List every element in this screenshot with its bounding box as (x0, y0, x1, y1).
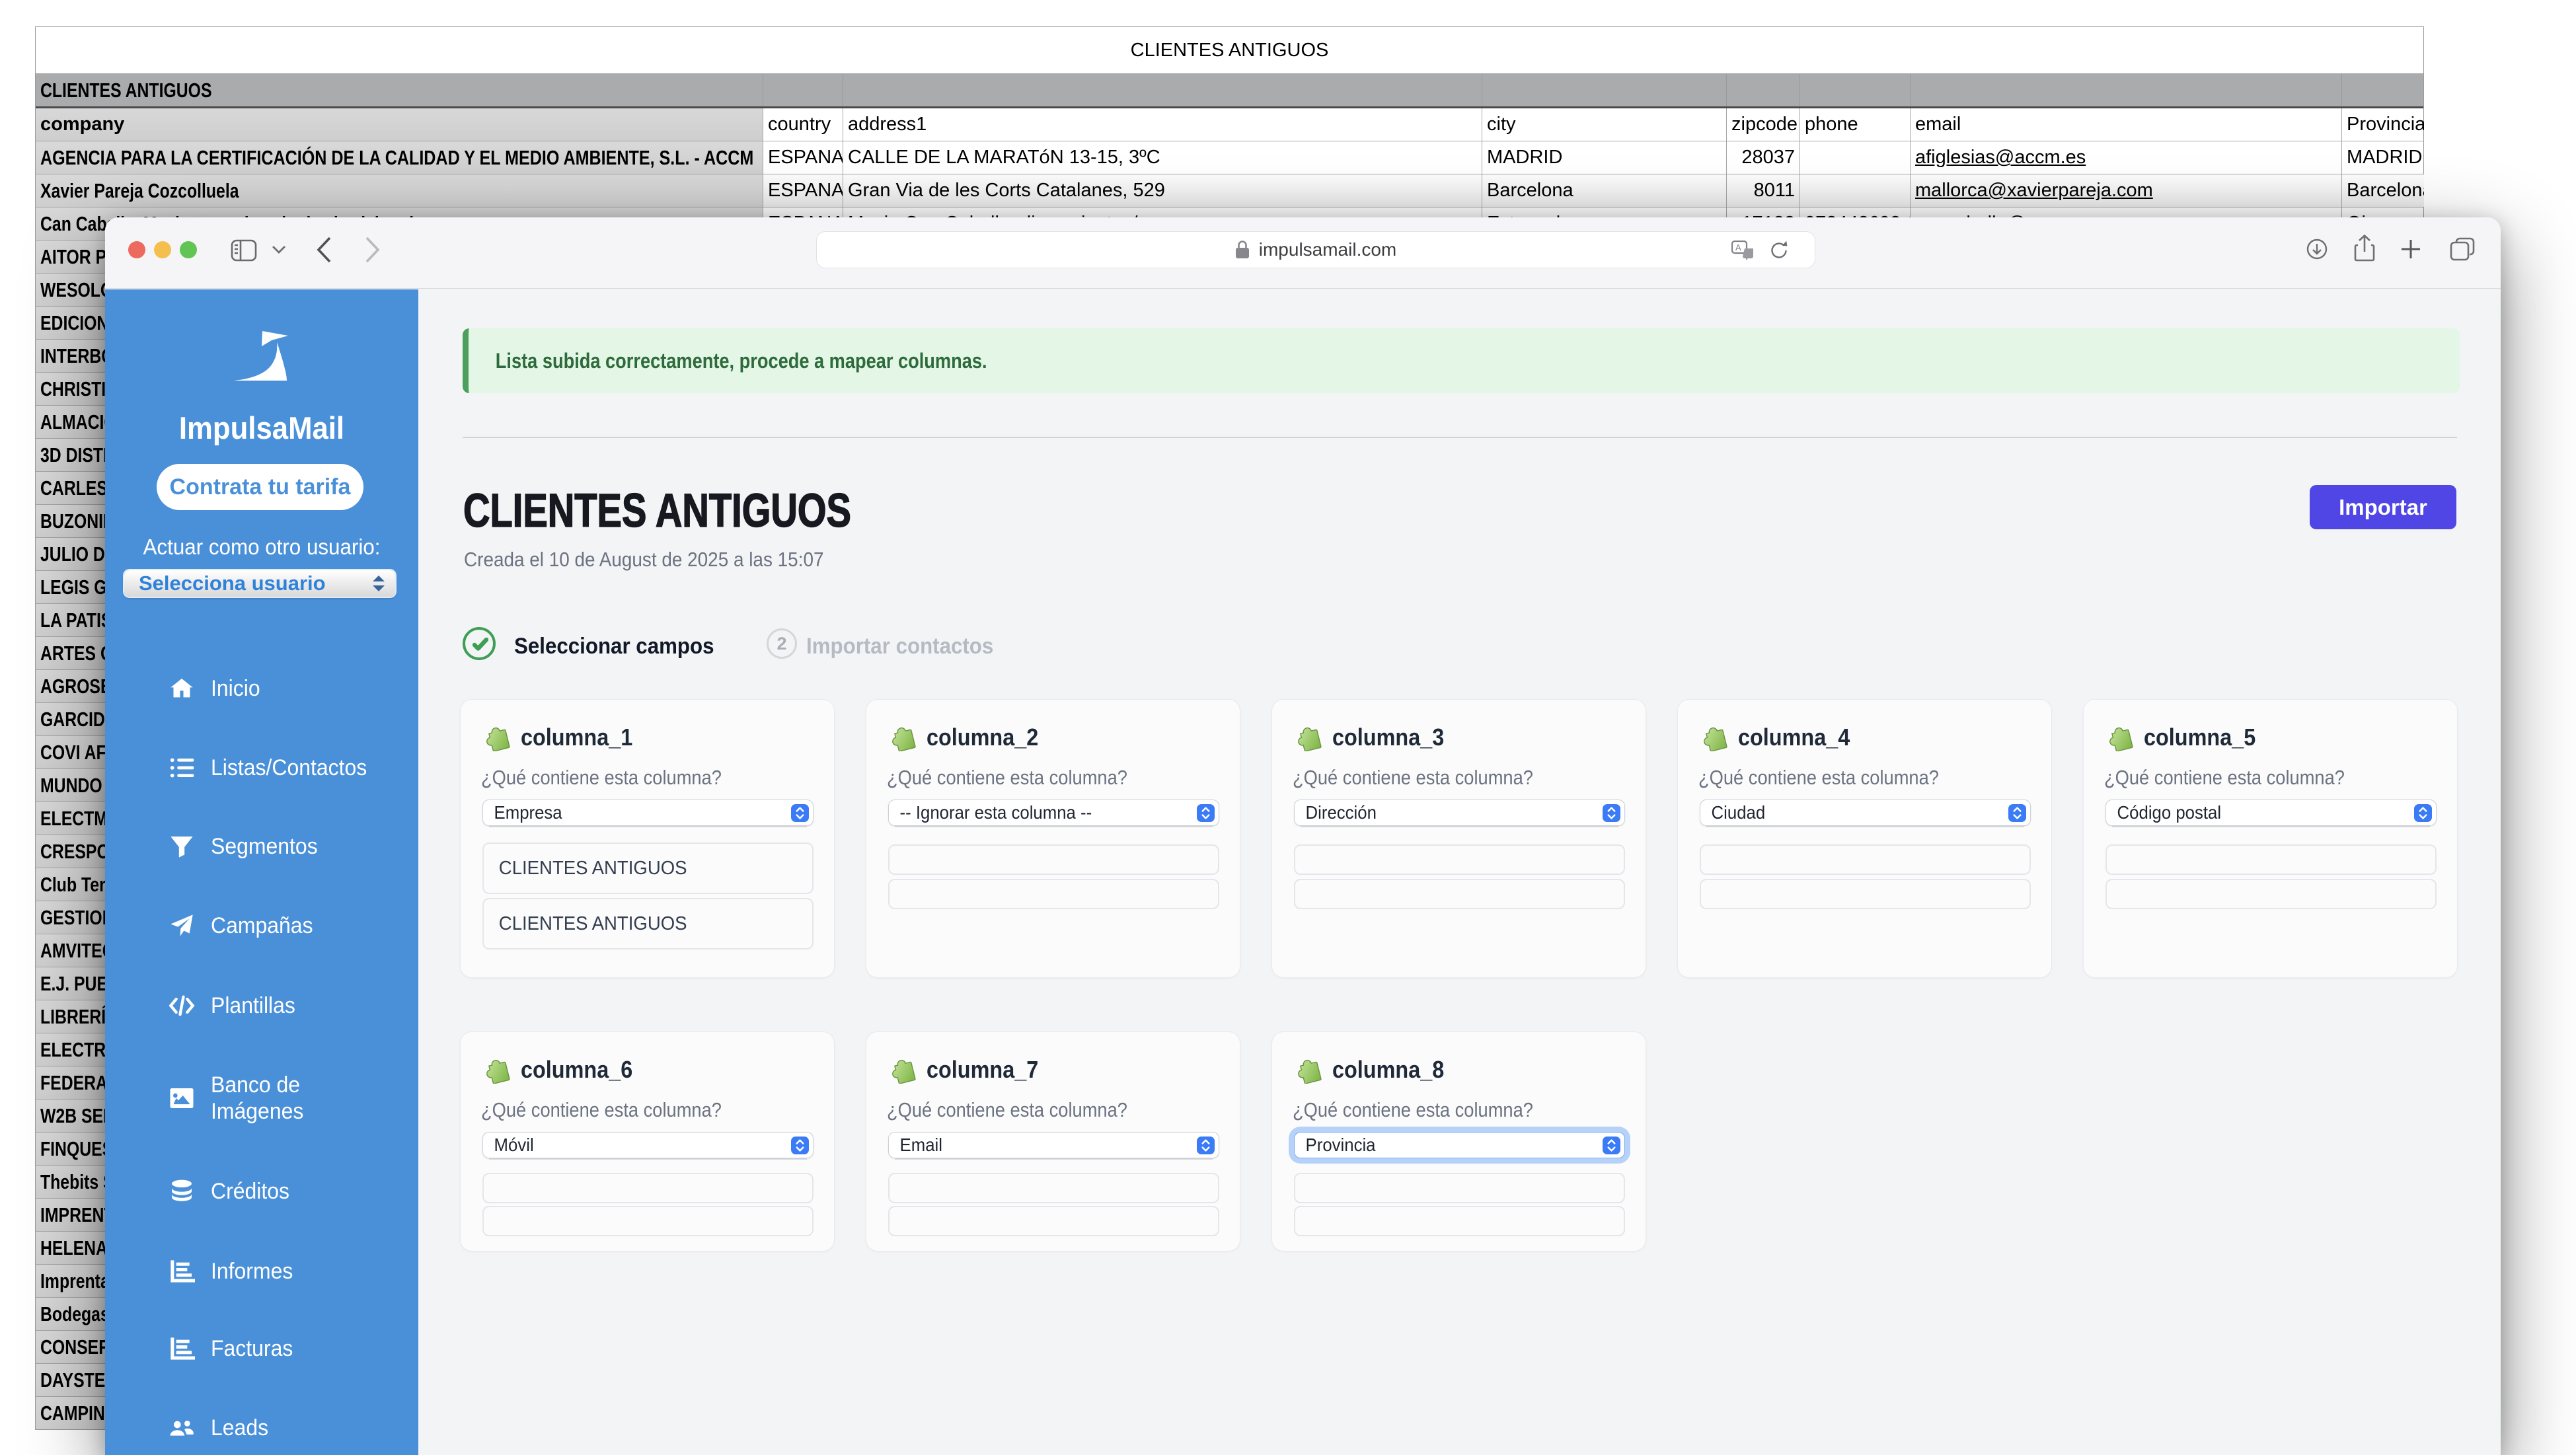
svg-text:A: A (1735, 243, 1741, 252)
